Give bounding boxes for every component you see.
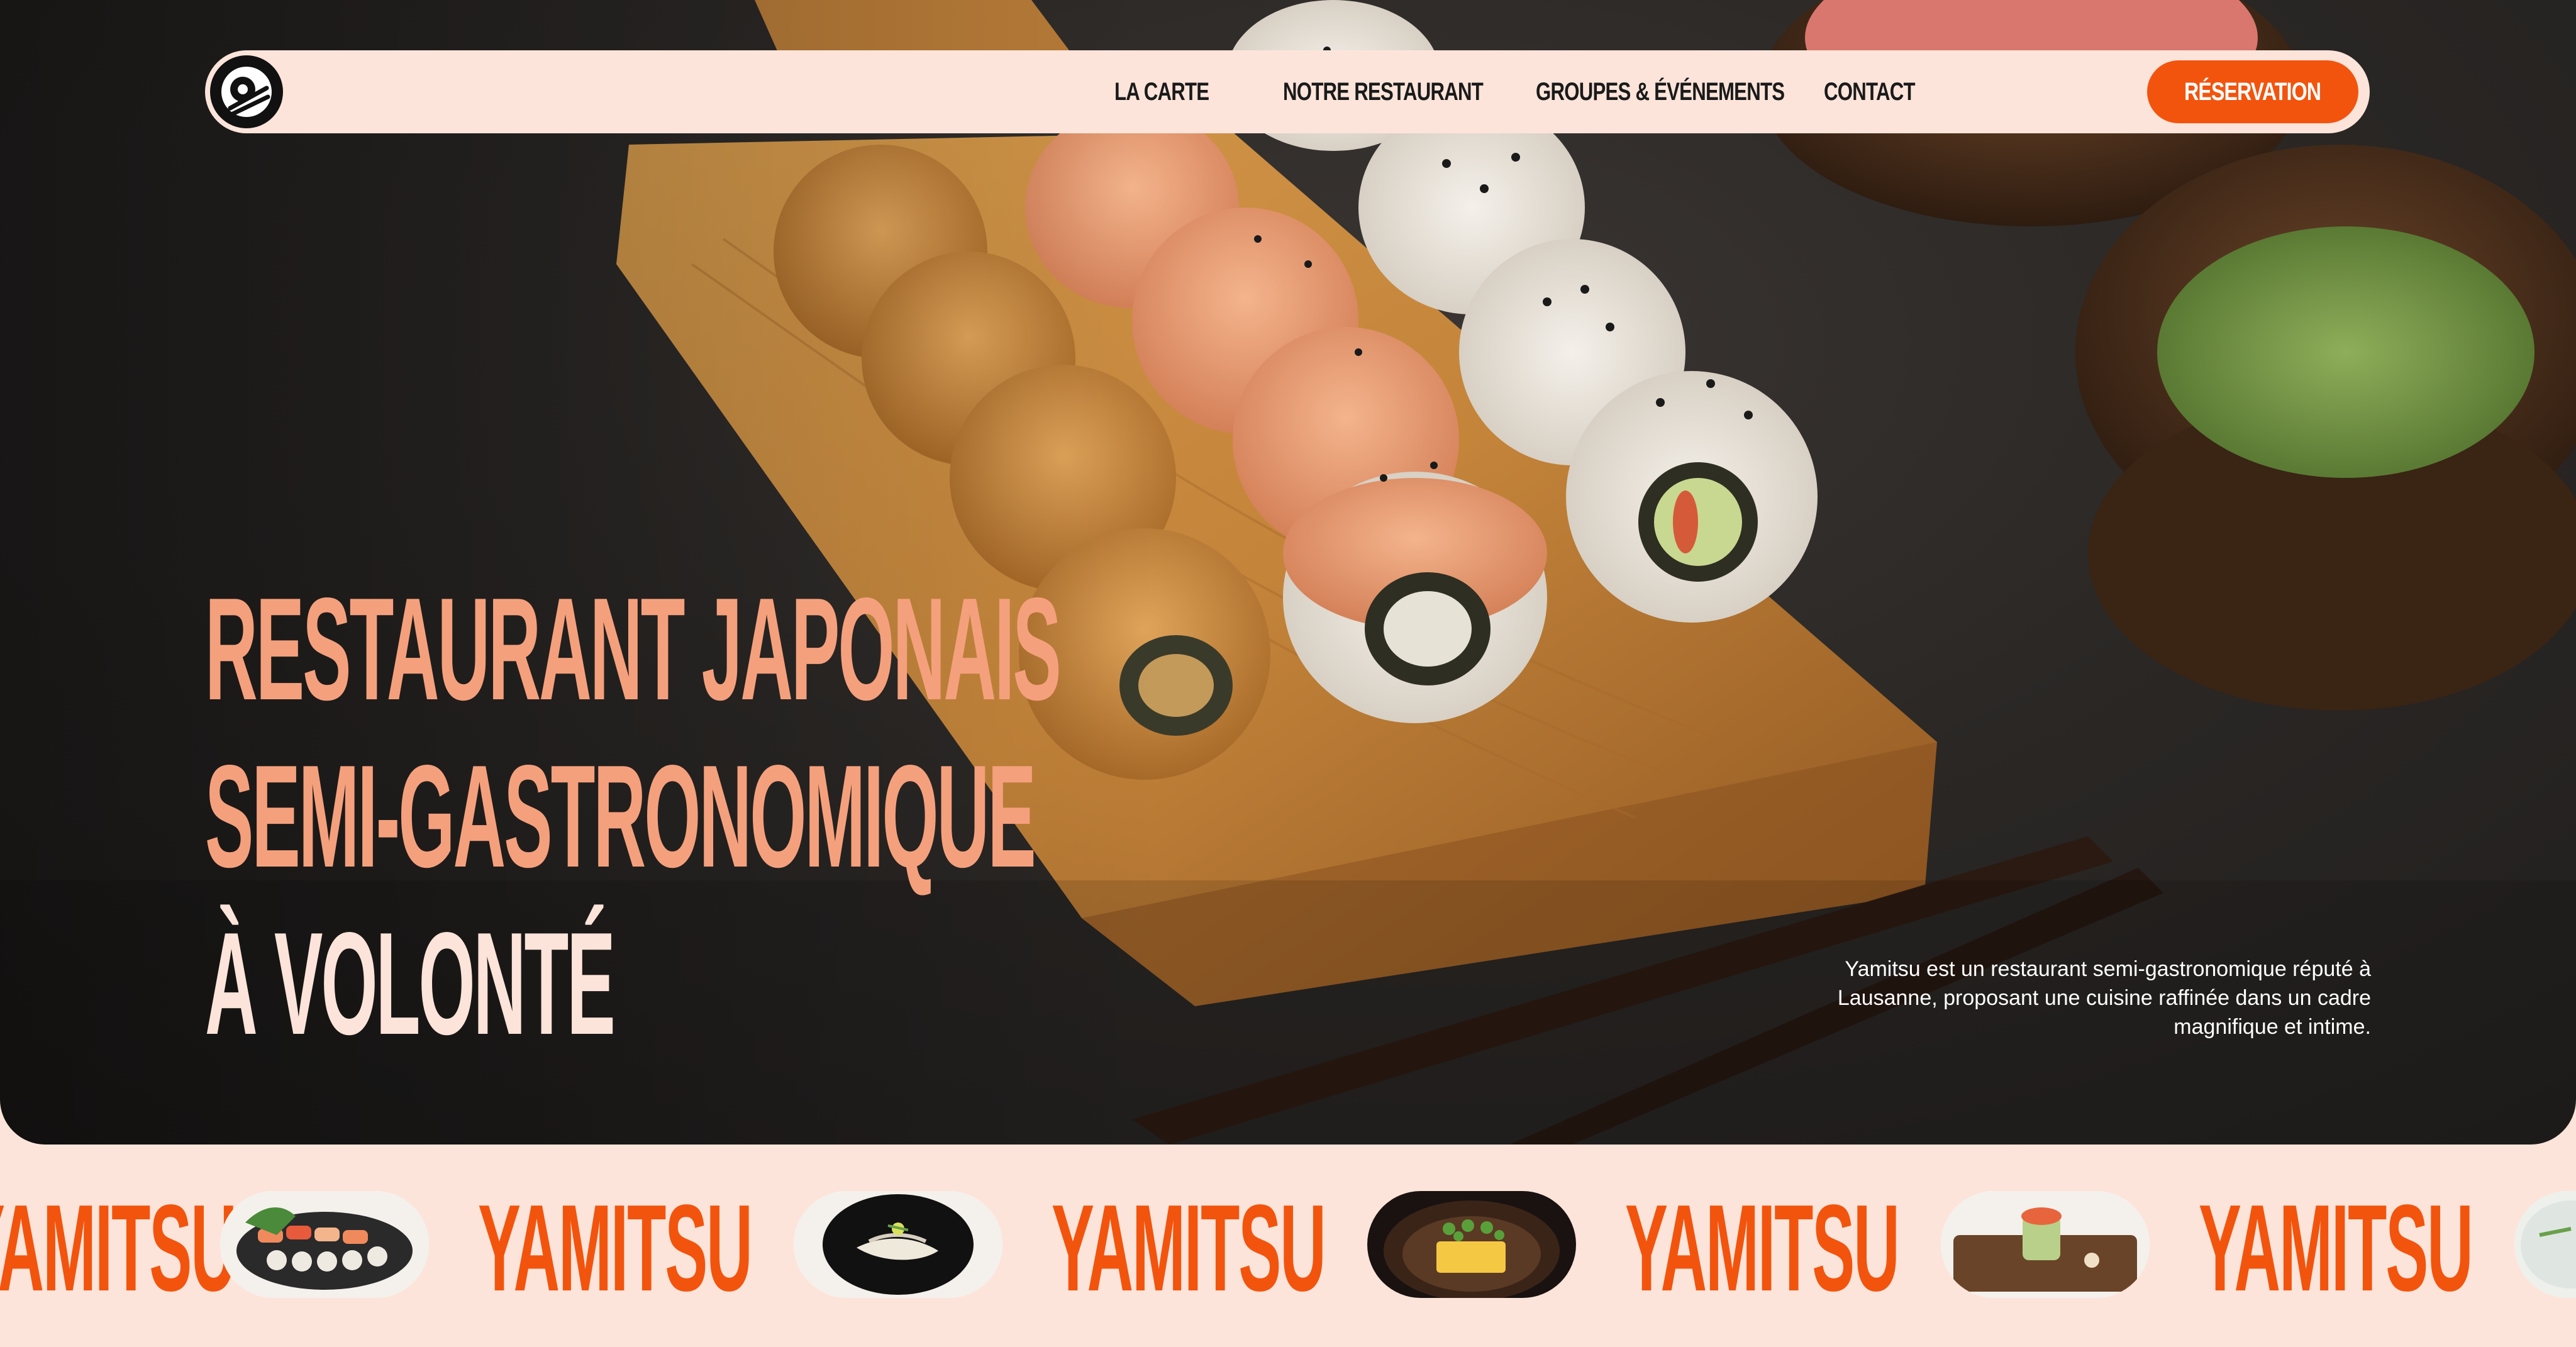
nav-link-la-carte[interactable]: LA CARTE bbox=[1114, 78, 1209, 106]
marquee-word: YAMITSU bbox=[1052, 1189, 1326, 1308]
marquee-word: YAMITSU bbox=[478, 1189, 753, 1308]
chopsticks-bowl-logo-icon[interactable] bbox=[210, 55, 283, 128]
sushi-platter-image bbox=[220, 1191, 429, 1298]
marquee-word: YAMITSU bbox=[2199, 1189, 2473, 1308]
brand-marquee: YAMITSU YAMITSU bbox=[0, 1189, 2576, 1308]
nav-links: LA CARTE NOTRE RESTAURANT GROUPES & ÉVÉN… bbox=[1114, 50, 1924, 133]
partial-dish-image bbox=[2514, 1191, 2576, 1298]
sashimi-plate-image bbox=[794, 1191, 1002, 1298]
headline-line-2: SEMI-GASTRONOMIQUE bbox=[205, 735, 1036, 898]
nav-link-notre-restaurant[interactable]: NOTRE RESTAURANT bbox=[1283, 78, 1484, 106]
main-navbar: LA CARTE NOTRE RESTAURANT GROUPES & ÉVÉN… bbox=[205, 50, 2370, 133]
reservation-button-label: RÉSERVATION bbox=[2184, 77, 2321, 106]
headline-line-1: RESTAURANT JAPONAIS bbox=[205, 568, 1062, 731]
hero-headline: RESTAURANT JAPONAIS SEMI-GASTRONOMIQUE À… bbox=[205, 566, 1148, 1068]
hero-section: LA CARTE NOTRE RESTAURANT GROUPES & ÉVÉN… bbox=[0, 0, 2576, 1145]
headline-line-3: À VOLONTÉ bbox=[205, 902, 616, 1065]
tamago-bowl-image bbox=[1367, 1191, 1576, 1298]
hero-description: Yamitsu est un restaurant semi-gastronom… bbox=[1837, 957, 2371, 1039]
logo-mark-icon bbox=[221, 67, 272, 117]
marquee-word: YAMITSU bbox=[1625, 1189, 1900, 1308]
marquee-word: YAMITSU bbox=[0, 1189, 237, 1308]
reservation-button[interactable]: RÉSERVATION bbox=[2147, 60, 2358, 123]
sushi-on-slate-image bbox=[1941, 1191, 2150, 1298]
page: LA CARTE NOTRE RESTAURANT GROUPES & ÉVÉN… bbox=[0, 0, 2576, 1347]
nav-link-groupes-evenements[interactable]: GROUPES & ÉVÉNEMENTS bbox=[1536, 78, 1785, 106]
nav-link-contact[interactable]: CONTACT bbox=[1824, 78, 1916, 106]
